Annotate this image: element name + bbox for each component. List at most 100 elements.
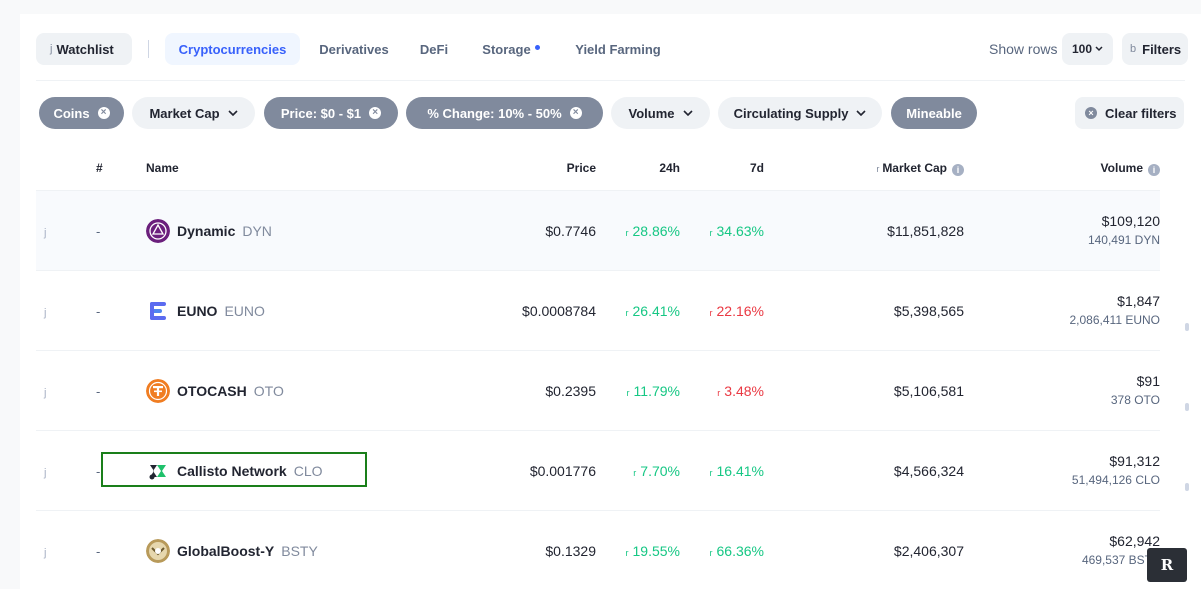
scroll-handle[interactable]: [1185, 323, 1189, 331]
table-row[interactable]: j - OTOCASH OTO $0.2395 r 11.79% r 3.48% $…: [36, 351, 1160, 431]
change-7d: r 66.36%: [710, 543, 764, 559]
header-volume-label: Volume: [1100, 161, 1143, 175]
coin-name-cell[interactable]: OTOCASH OTO: [146, 379, 284, 403]
clear-filters-label: Clear filters: [1105, 105, 1177, 121]
volume-usd: $62,942: [1109, 533, 1160, 549]
info-icon[interactable]: i: [952, 164, 964, 176]
volume-cell: $1,847 2,086,411 EUNO: [1070, 293, 1161, 327]
chip-mineable[interactable]: Mineable: [891, 97, 977, 129]
coin-name-cell[interactable]: Dynamic DYN: [146, 219, 272, 243]
change-value: 11.79%: [633, 383, 680, 399]
change-value: 19.55%: [632, 543, 680, 559]
chip-market-cap[interactable]: Market Cap: [132, 97, 255, 129]
tab-label: Cryptocurrencies: [178, 41, 287, 57]
rows-select[interactable]: 100: [1062, 33, 1113, 65]
volume-usd: $109,120: [1101, 213, 1160, 229]
chip-volume[interactable]: Volume: [611, 97, 710, 129]
chip-coins[interactable]: Coins ×: [39, 97, 124, 129]
rows-value: 100: [1071, 42, 1093, 56]
coin-name: Dynamic: [177, 223, 236, 239]
chip-label: Coins: [53, 105, 90, 121]
volume-usd: $91,312: [1109, 453, 1160, 469]
header-price[interactable]: Price: [567, 161, 596, 175]
star-icon[interactable]: j: [44, 547, 46, 559]
sort-icon: r: [876, 164, 880, 174]
tab-label: Yield Farming: [575, 41, 661, 57]
star-icon[interactable]: j: [44, 227, 46, 239]
change-value: 26.41%: [632, 303, 680, 319]
filters-label: Filters: [1142, 41, 1182, 57]
change-7d: r 22.16%: [710, 303, 764, 319]
change-24h: r 11.79%: [627, 383, 680, 399]
filters-button[interactable]: b Filters: [1122, 33, 1188, 65]
watchlist-button[interactable]: j Watchlist: [36, 33, 132, 65]
filter-icon: b: [1130, 43, 1137, 55]
chip-circulating-supply[interactable]: Circulating Supply: [718, 97, 882, 129]
close-icon[interactable]: ×: [369, 107, 382, 119]
header-name[interactable]: Name: [146, 161, 179, 175]
coin-price: $0.7746: [545, 223, 596, 239]
header-volume[interactable]: Volume i: [1101, 161, 1160, 176]
change-24h: r 28.86%: [626, 223, 680, 239]
table-row[interactable]: j - Dynamic DYN $0.7746 r 28.86% r 34.63% …: [36, 191, 1160, 271]
clear-filters-button[interactable]: × Clear filters: [1075, 97, 1184, 129]
rank: -: [96, 464, 101, 479]
star-icon[interactable]: j: [44, 387, 46, 399]
coin-symbol: EUNO: [224, 303, 265, 319]
main-panel: j Watchlist Cryptocurrencies Derivatives…: [20, 14, 1201, 589]
chip-label: Mineable: [906, 105, 962, 121]
coin-name: GlobalBoost-Y: [177, 543, 275, 559]
tab-storage[interactable]: Storage: [476, 33, 546, 65]
change-value: 7.70%: [640, 463, 680, 479]
volume-cell: $91 378 OTO: [1111, 373, 1160, 407]
new-dot-icon: [534, 44, 540, 50]
caret-up-icon: r: [633, 468, 637, 478]
tab-label: Storage: [482, 41, 531, 57]
volume-cell: $91,312 51,494,126 CLO: [1072, 453, 1160, 487]
header-rank[interactable]: #: [96, 161, 103, 175]
chip-label: % Change: 10% - 50%: [427, 105, 562, 121]
caret-up-icon: r: [625, 228, 629, 238]
chevron-down-icon: [856, 110, 866, 116]
change-7d: r 34.63%: [710, 223, 764, 239]
change-value: 28.86%: [632, 223, 680, 239]
header-24h[interactable]: 24h: [659, 161, 680, 175]
volume-coin: 378 OTO: [1110, 393, 1160, 407]
star-icon[interactable]: j: [44, 307, 46, 319]
euno-logo-icon: [150, 302, 166, 320]
coin-name-cell[interactable]: GlobalBoost-Y BSTY: [146, 539, 318, 563]
table-row[interactable]: j - EUNO EUNO $0.0008784 r 26.41% r 22.16%…: [36, 271, 1160, 351]
r-badge-button[interactable]: R: [1147, 548, 1187, 582]
rank: -: [96, 544, 101, 559]
star-icon[interactable]: j: [44, 467, 46, 479]
caret-down-icon: r: [717, 388, 721, 398]
tab-defi[interactable]: DeFi: [414, 33, 454, 65]
volume-usd: $1,847: [1117, 293, 1160, 309]
info-icon[interactable]: i: [1148, 164, 1160, 176]
header-7d[interactable]: 7d: [750, 161, 764, 175]
scroll-handle[interactable]: [1185, 483, 1189, 491]
change-7d: r 3.48%: [717, 383, 764, 399]
chip-price[interactable]: Price: $0 - $1 ×: [264, 97, 398, 129]
caret-down-icon: r: [709, 308, 713, 318]
rank: -: [96, 384, 101, 399]
header-market-cap[interactable]: r Market Cap i: [876, 161, 964, 176]
tab-yield-farming[interactable]: Yield Farming: [568, 33, 668, 65]
table-header: # Name Price 24h 7d r Market Cap i Volume i: [36, 145, 1160, 191]
coin-name-cell[interactable]: EUNO EUNO: [146, 299, 265, 323]
watchlist-label: Watchlist: [56, 41, 114, 57]
volume-coin: 140,491 DYN: [1087, 233, 1160, 247]
scroll-handle[interactable]: [1185, 403, 1189, 411]
table-row[interactable]: j - GlobalBoost-Y BSTY $0.1329 r 19.55% r…: [36, 511, 1160, 589]
star-icon: j: [50, 43, 53, 55]
close-icon[interactable]: ×: [569, 107, 582, 119]
change-value: 16.41%: [716, 463, 764, 479]
caret-up-icon: r: [709, 468, 713, 478]
coin-name: OTOCASH: [177, 383, 247, 399]
tab-cryptocurrencies[interactable]: Cryptocurrencies: [165, 33, 300, 65]
tab-derivatives[interactable]: Derivatives: [312, 33, 396, 65]
close-icon[interactable]: ×: [97, 107, 110, 119]
caret-up-icon: r: [626, 388, 630, 398]
market-cap: $5,398,565: [893, 303, 964, 319]
chip-percent-change[interactable]: % Change: 10% - 50% ×: [406, 97, 603, 129]
